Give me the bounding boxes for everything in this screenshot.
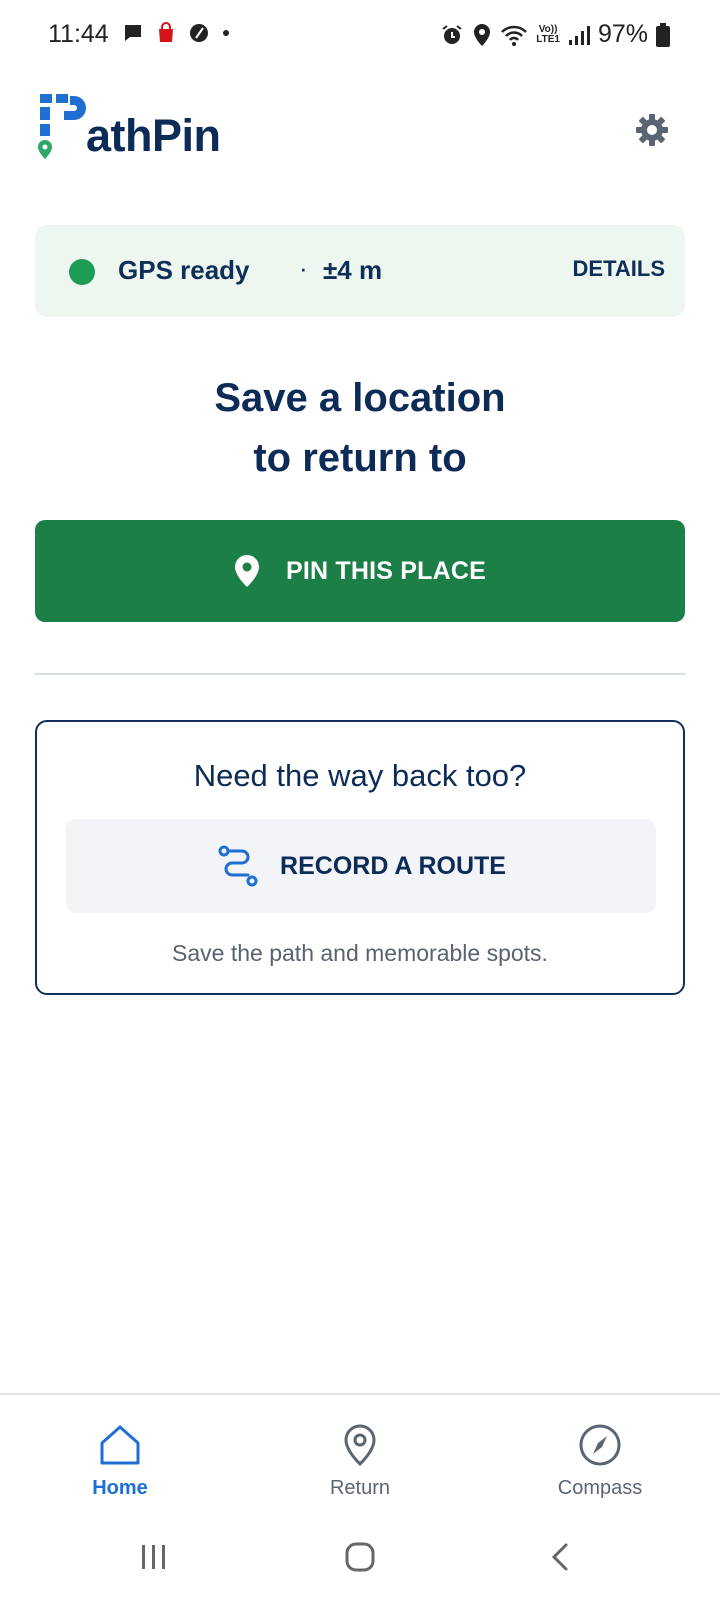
divider [35,673,685,675]
map-pin-icon [234,555,259,587]
volte-label: Vo)) [538,23,558,35]
back-button[interactable] [530,1537,590,1577]
home-system-button[interactable] [330,1537,390,1577]
gps-details-button[interactable]: DETAILS [573,256,665,282]
location-icon [474,23,491,46]
status-time: 11:44 [48,20,109,48]
gear-icon [636,114,668,146]
gps-status-text: GPS ready [118,255,250,285]
app-header: athPin [0,84,720,174]
home-circle-icon [345,1542,375,1572]
nav-label-compass: Compass [557,1477,643,1499]
notification-icons [122,22,230,44]
lte-label: LTE1 [536,33,560,45]
gps-accuracy: ±4 m [323,255,383,285]
page-heading: Save a location to return to [0,368,720,488]
nav-item-compass[interactable]: Compass [480,1395,720,1515]
heading-line-2: to return to [253,436,467,480]
pin-this-place-button[interactable]: PIN THIS PLACE [35,520,685,622]
record-route-label: RECORD A ROUTE [280,851,506,880]
pin-button-label: PIN THIS PLACE [285,556,487,585]
network-type: Vo)) LTE1 [536,23,560,45]
nav-label-return: Return [329,1477,391,1499]
route-icon [218,845,258,887]
route-card-title: Need the way back too? [193,758,527,793]
location-pin-icon [344,1424,376,1467]
recent-apps-icon [142,1545,165,1569]
compass-icon [579,1424,621,1466]
dot-icon [223,30,229,36]
wifi-icon [501,25,528,46]
chat-icon [125,25,141,41]
signal-icon [568,25,590,45]
settings-button[interactable] [630,108,674,152]
status-bar: 11:44 Vo)) LTE1 97% [0,0,720,72]
gps-separator: · [299,253,308,283]
logo-mark-icon [38,94,86,159]
system-navigation-bar [0,1517,720,1600]
nav-label-home: Home [92,1477,148,1499]
home-icon [100,1425,140,1465]
back-icon [551,1543,568,1571]
feather-icon [190,24,208,42]
app-logo: athPin [36,92,236,172]
bottom-navigation: Home Return Compass [0,1393,720,1517]
gps-status-indicator [69,259,95,285]
battery-percent: 97% [597,20,648,48]
record-route-card: Need the way back too? RECORD A ROUTE Sa… [35,720,685,995]
battery-icon [656,22,670,47]
nav-item-return[interactable]: Return [240,1395,480,1515]
nav-item-home[interactable]: Home [0,1395,240,1515]
recent-apps-button[interactable] [124,1537,184,1577]
heading-line-1: Save a location [214,376,506,420]
gps-status-card: GPS ready · ±4 m DETAILS [35,225,685,317]
system-status-icons: Vo)) LTE1 97% [440,20,670,49]
alarm-icon [442,24,462,44]
route-card-subtitle: Save the path and memorable spots. [172,940,548,966]
app-title: athPin [86,110,221,161]
record-route-button[interactable]: RECORD A ROUTE [66,819,656,913]
shopping-bag-icon [159,22,173,42]
